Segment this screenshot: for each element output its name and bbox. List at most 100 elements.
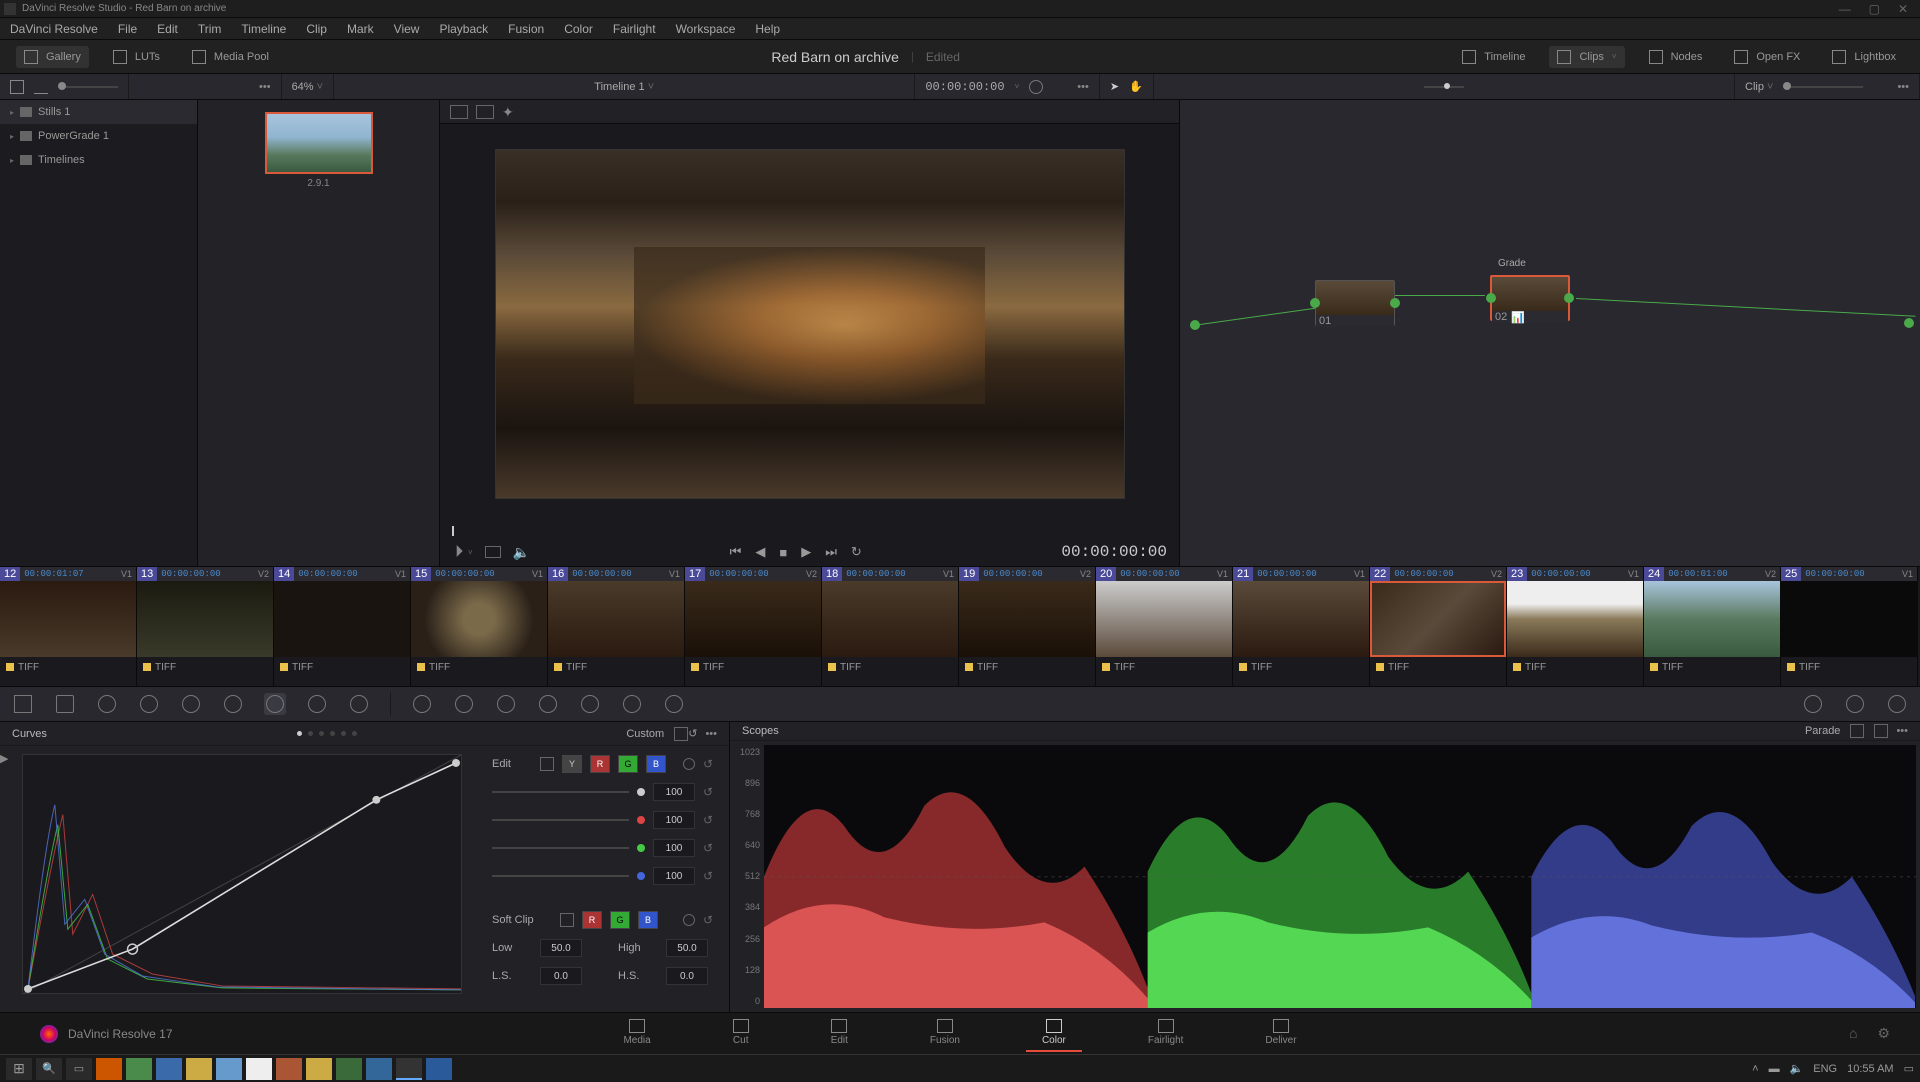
node-graph[interactable]: 01 Grade 02📊 [1180,100,1920,566]
node-02[interactable]: 02📊 [1490,275,1570,321]
curves-icon[interactable] [264,693,286,715]
clip-thumbnail[interactable]: 1600:00:00:00V1 TIFF [548,567,685,686]
rgb-mixer-icon[interactable] [180,693,202,715]
clock[interactable]: 10:55 AM [1847,1063,1893,1075]
clip-thumbnail[interactable]: 1200:00:01:07V1 TIFF [0,567,137,686]
fairlight-page[interactable]: Fairlight [1132,1015,1200,1052]
magic-wand-icon[interactable] [502,104,518,120]
3d-icon[interactable] [663,693,685,715]
transport-timecode[interactable]: 00:00:00:00 [1061,543,1167,561]
mute-icon[interactable]: 🔈 [513,544,530,561]
home-icon[interactable]: ⌂ [1849,1025,1857,1042]
y-reset-icon[interactable]: ↺ [703,785,717,799]
menu-clip[interactable]: Clip [306,22,327,36]
clip-thumbnail[interactable]: 1400:00:00:00V1 TIFF [274,567,411,686]
graph-input-anchor[interactable] [1190,320,1200,330]
clip-thumbnail[interactable]: 1800:00:00:00V1 TIFF [822,567,959,686]
hdr-wheels-icon[interactable] [138,693,160,715]
menu-davinci[interactable]: DaVinci Resolve [10,22,98,36]
app-icon-3[interactable] [156,1058,182,1080]
scopes-settings-icon[interactable] [1850,724,1864,738]
menu-playback[interactable]: Playback [439,22,488,36]
close-button[interactable]: ✕ [1898,2,1908,16]
menu-help[interactable]: Help [755,22,780,36]
sc-b-button[interactable]: B [638,911,658,929]
menu-timeline[interactable]: Timeline [241,22,286,36]
magic-mask-icon[interactable] [495,693,517,715]
nodes-toggle[interactable]: Nodes [1641,46,1711,68]
menu-file[interactable]: File [118,22,137,36]
dual-view-icon[interactable] [476,105,494,119]
maximize-button[interactable]: ▢ [1869,2,1880,16]
edit-page[interactable]: Edit [815,1015,864,1052]
app-icon-5[interactable] [216,1058,242,1080]
edit-reset-icon[interactable]: ↺ [703,757,717,771]
r-channel-button[interactable]: R [590,755,610,773]
app-icon-7[interactable] [276,1058,302,1080]
color-match-icon[interactable] [54,693,76,715]
clip-thumbnail[interactable]: 2000:00:00:00V1 TIFF [1096,567,1233,686]
color-picker-icon[interactable] [452,544,468,560]
menu-fusion[interactable]: Fusion [508,22,544,36]
color-page[interactable]: Color [1026,1015,1082,1052]
edit-settings-icon[interactable] [683,758,695,770]
graph-output-anchor[interactable] [1904,318,1914,328]
app-icon-2[interactable] [126,1058,152,1080]
scopes-mode-dropdown[interactable]: Parade [1805,725,1840,737]
clip-thumbnail[interactable]: 2100:00:00:00V1 TIFF [1233,567,1370,686]
language-indicator[interactable]: ENG [1813,1063,1837,1075]
g-channel-button[interactable]: G [618,755,638,773]
b-slider[interactable] [492,875,629,877]
b-value[interactable]: 100 [653,867,695,885]
gallery-slider[interactable] [58,86,118,88]
single-view-icon[interactable] [450,105,468,119]
app-icon-1[interactable] [96,1058,122,1080]
g-reset-icon[interactable]: ↺ [703,841,717,855]
g-value[interactable]: 100 [653,839,695,857]
app-icon-4[interactable] [186,1058,212,1080]
pointer-tool-icon[interactable]: ➤ [1110,80,1119,93]
fusion-page[interactable]: Fusion [914,1015,976,1052]
curves-reset-icon[interactable]: ↺ [688,727,697,740]
qualifier-icon[interactable] [348,693,370,715]
jump-start-icon[interactable]: ⏮ [730,544,742,560]
list-view-icon[interactable] [187,80,201,94]
scrubber[interactable] [440,524,1179,538]
play-icon[interactable]: ▶ [801,544,811,560]
zoom-dropdown[interactable]: 64% [292,81,324,93]
node-slider[interactable] [1783,86,1863,88]
more-icon[interactable]: ••• [259,81,271,93]
openfx-toggle[interactable]: Open FX [1726,46,1808,68]
ls-value[interactable]: 0.0 [540,967,582,985]
blur-icon[interactable] [537,693,559,715]
tracking-icon[interactable] [453,693,475,715]
stills-tab[interactable]: Stills 1 [0,100,197,124]
loop-icon[interactable]: ↻ [851,544,862,560]
step-back-icon[interactable]: ◀ [755,544,765,560]
viewer-canvas[interactable] [440,124,1179,524]
clip-dropdown[interactable]: Clip [1745,81,1773,93]
curves-graph[interactable] [22,754,462,994]
app-icon-12[interactable] [426,1058,452,1080]
clip-thumbnail[interactable]: 1900:00:00:00V2 TIFF [959,567,1096,686]
fullscreen-icon[interactable] [1053,80,1067,94]
clip-thumbnail[interactable]: 2300:00:00:00V1 TIFF [1507,567,1644,686]
mediapool-toggle[interactable]: Media Pool [184,46,277,68]
keyframes-icon[interactable] [1802,693,1824,715]
timeline-dropdown[interactable]: Timeline 1 [594,81,654,93]
parade-scope[interactable] [764,745,1916,1008]
curves-mode-dropdown[interactable]: Custom [626,728,664,740]
image-wipe-icon[interactable] [485,546,501,558]
gallery-toggle[interactable]: Gallery [16,46,89,68]
color-wheels-icon[interactable] [96,693,118,715]
clips-toggle[interactable]: Clips ˅ [1549,46,1624,68]
scopes-more-icon[interactable]: ••• [1896,725,1908,737]
node-more-icon[interactable]: ••• [1897,81,1909,93]
start-button[interactable] [6,1058,32,1080]
jump-end-icon[interactable]: ⏭ [825,544,837,560]
menu-mark[interactable]: Mark [347,22,374,36]
still-thumbnail[interactable] [265,112,373,174]
key-icon[interactable] [579,693,601,715]
curves-play-icon[interactable]: ▶ [0,752,8,765]
app-icon-10[interactable] [366,1058,392,1080]
